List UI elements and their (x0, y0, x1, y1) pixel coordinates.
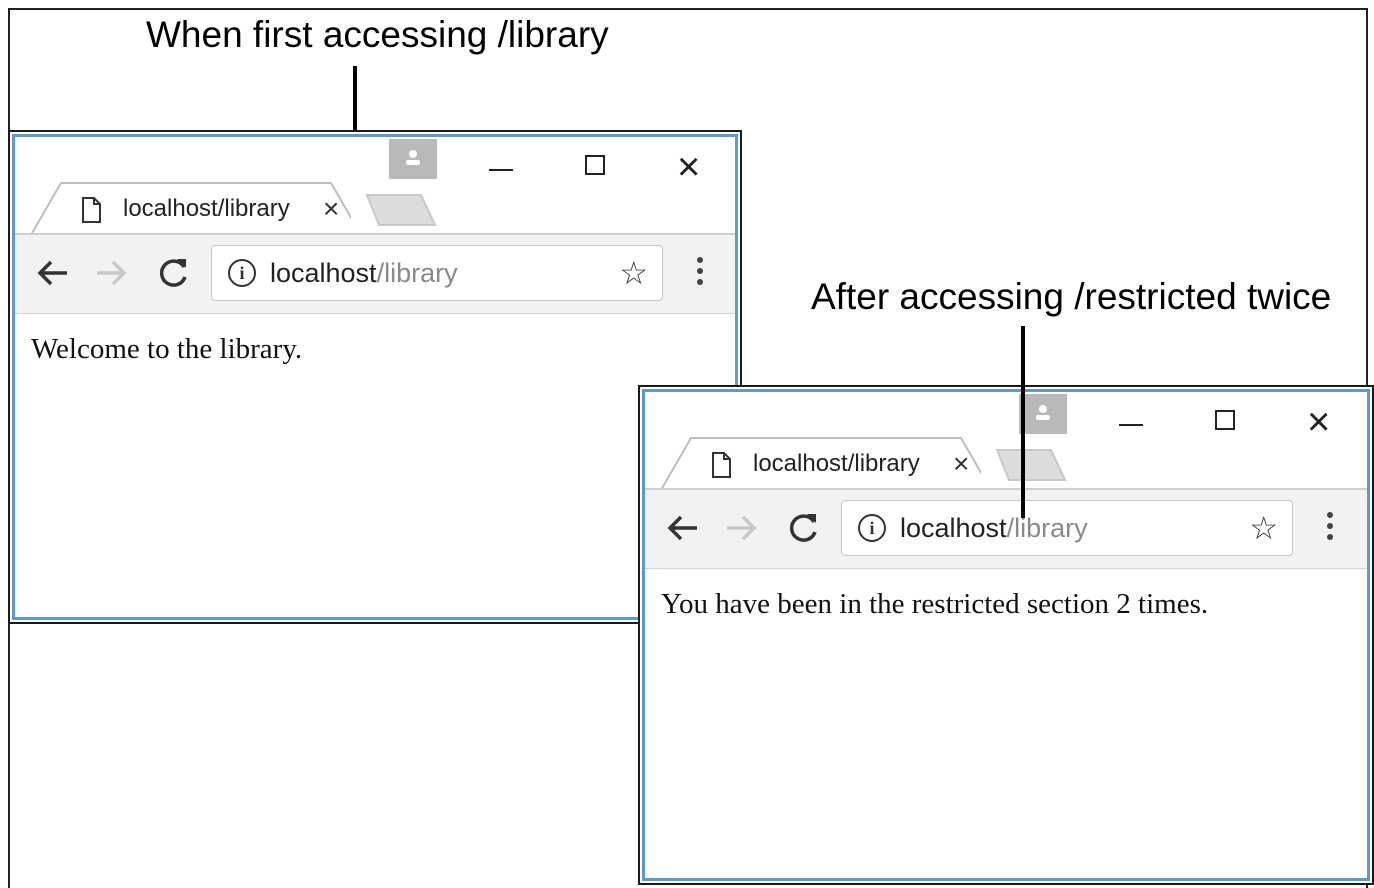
new-tab-button[interactable] (365, 191, 437, 227)
url-text[interactable]: localhost/library (900, 513, 1088, 544)
menu-dots-icon[interactable] (1327, 512, 1335, 546)
browser-window-first: localhost/library × × i localhost/librar… (8, 130, 742, 624)
page-content-text: You have been in the restricted section … (661, 588, 1209, 620)
back-arrow-icon[interactable] (33, 253, 73, 293)
title-bar: localhost/library × × (15, 137, 735, 235)
address-bar[interactable]: i localhost/library ☆ (841, 500, 1293, 556)
new-tab-button[interactable] (995, 446, 1067, 482)
tab-localhost-library[interactable]: localhost/library × (31, 181, 351, 235)
maximize-icon[interactable] (1215, 410, 1235, 430)
maximize-icon[interactable] (585, 155, 605, 175)
caption-after-restricted: After accessing /restricted twice (811, 276, 1332, 317)
forward-arrow-icon[interactable] (721, 508, 761, 548)
page-icon (82, 197, 101, 223)
bookmark-star-icon[interactable]: ☆ (1249, 510, 1278, 546)
close-window-icon[interactable]: × (677, 147, 700, 187)
minimize-icon[interactable] (489, 169, 513, 171)
page-content-text: Welcome to the library. (31, 333, 303, 365)
minimize-icon[interactable] (1119, 424, 1143, 426)
browser-window-second: localhost/library × × i localhost/librar… (638, 385, 1374, 885)
reload-icon[interactable] (153, 253, 193, 293)
address-bar[interactable]: i localhost/library ☆ (211, 245, 663, 301)
page-icon (712, 452, 731, 478)
profile-avatar-icon[interactable] (1019, 394, 1067, 434)
bookmark-star-icon[interactable]: ☆ (619, 255, 648, 291)
url-host: localhost (270, 258, 377, 288)
info-icon[interactable]: i (228, 259, 256, 287)
caption-first-access: When first accessing /library (146, 14, 609, 55)
browser-toolbar: i localhost/library ☆ (15, 235, 735, 314)
browser-toolbar: i localhost/library ☆ (645, 490, 1367, 569)
tab-title: localhost/library (123, 195, 290, 222)
tab-title: localhost/library (753, 450, 920, 477)
tab-close-icon[interactable]: × (953, 450, 969, 478)
menu-dots-icon[interactable] (697, 257, 705, 291)
browser-window-body: localhost/library × × i localhost/librar… (12, 134, 738, 620)
tab-close-icon[interactable]: × (323, 195, 339, 223)
reload-icon[interactable] (783, 508, 823, 548)
title-bar: localhost/library × × (645, 392, 1367, 490)
url-path: /library (376, 258, 458, 288)
browser-window-body: localhost/library × × i localhost/librar… (642, 389, 1370, 881)
back-arrow-icon[interactable] (663, 508, 703, 548)
close-window-icon[interactable]: × (1307, 402, 1330, 442)
caption-pointer-second (1021, 326, 1025, 518)
tab-localhost-library[interactable]: localhost/library × (661, 436, 981, 490)
url-host: localhost (900, 513, 1007, 543)
info-icon[interactable]: i (858, 514, 886, 542)
url-path: /library (1006, 513, 1088, 543)
profile-avatar-icon[interactable] (389, 139, 437, 179)
forward-arrow-icon[interactable] (91, 253, 131, 293)
url-text[interactable]: localhost/library (270, 258, 458, 289)
